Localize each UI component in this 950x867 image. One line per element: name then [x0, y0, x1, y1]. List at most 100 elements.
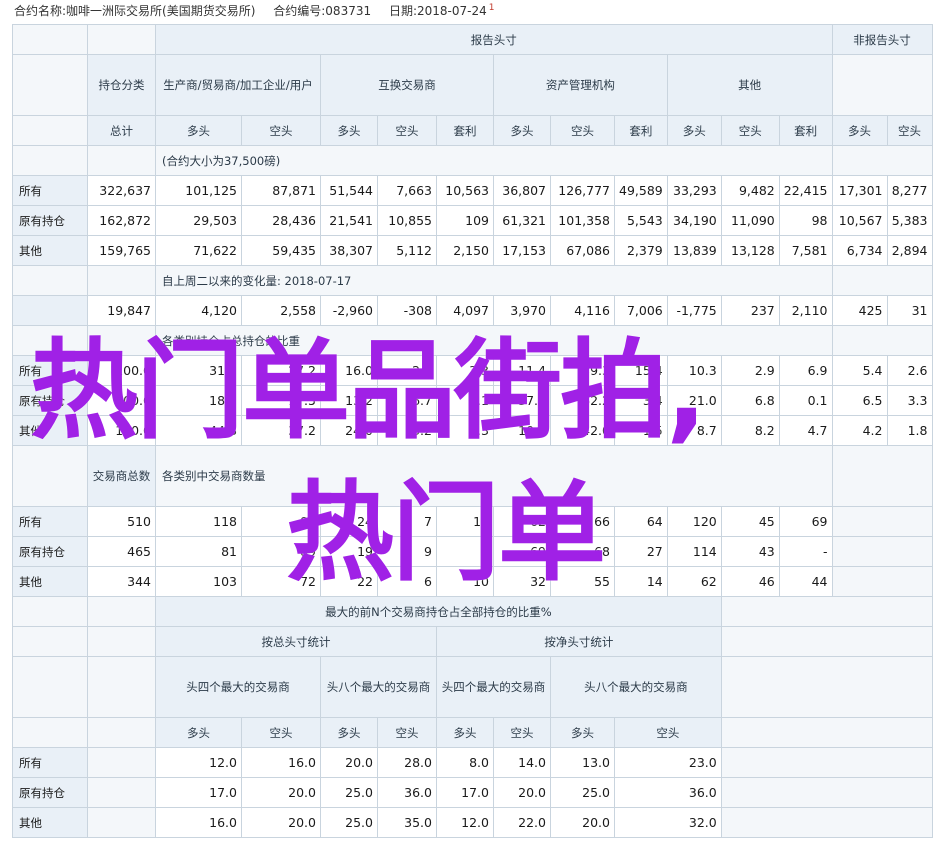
percents-cell: 16.0	[320, 355, 378, 386]
concentration-cell: 20.0	[320, 747, 378, 778]
blank-cell	[831, 536, 933, 567]
positions-row: 所有 322,637 101,125 87,871 51,544 7,663 10,563 3…	[12, 175, 933, 206]
blank-cell	[831, 506, 933, 537]
percents-cell: 44.8	[155, 415, 242, 446]
subheader-long: 多头	[155, 717, 242, 748]
subheader-long: 多头	[550, 717, 615, 748]
percents-cell: 4.7	[778, 415, 833, 446]
percents-cell: 6.7	[377, 385, 437, 416]
blank-cell	[720, 777, 933, 808]
positions-cell: 101,358	[550, 205, 615, 236]
changes-cell: 4,116	[550, 295, 615, 326]
positions-cell: 6,734	[831, 235, 888, 266]
traders-cell: 465	[87, 536, 156, 567]
positions-cell: 49,589	[614, 175, 668, 206]
concentration-cell: 17.0	[436, 777, 494, 808]
positions-cell: 101,125	[155, 175, 242, 206]
traders-cell: 68	[550, 536, 615, 567]
traders-cell: 10	[436, 566, 494, 597]
positions-cell: 87,871	[241, 175, 321, 206]
positions-cell: 2,894	[886, 235, 933, 266]
percents-cell: 37.2	[241, 415, 321, 446]
positions-cell: 10,567	[831, 205, 888, 236]
traders-cell: 62	[493, 506, 551, 537]
positions-cell: 17,301	[831, 175, 888, 206]
blank-header	[87, 24, 156, 55]
positions-cell: 7,581	[778, 235, 833, 266]
percents-cell: 8.7	[666, 415, 722, 446]
corner-cell	[12, 24, 88, 55]
net-top8-header: 头八个最大的交易商	[550, 656, 722, 718]
positions-cell: 33,293	[666, 175, 722, 206]
percents-cell: 3.4	[614, 385, 668, 416]
trader-total-header: 交易商总数	[87, 445, 156, 507]
blank-cell	[87, 265, 156, 296]
blank-cell	[87, 626, 156, 657]
concentration-cell: 16.0	[155, 807, 242, 838]
subheader-short: 空头	[377, 717, 437, 748]
blank-cell	[720, 747, 933, 778]
traders-cell: 72	[241, 566, 321, 597]
traders-cell: -	[436, 536, 494, 567]
positions-cell: 10,563	[436, 175, 494, 206]
blank-cell	[87, 717, 156, 748]
positions-cell: 71,622	[155, 235, 242, 266]
subheader-long: 多头	[320, 115, 378, 146]
concentration-cell: 17.0	[155, 777, 242, 808]
percents-cell: 2.6	[886, 355, 933, 386]
percents-cell: 13.2	[320, 385, 378, 416]
blank-cell	[12, 445, 88, 507]
traders-cell: 14	[614, 566, 668, 597]
row-label: 其他	[12, 235, 88, 266]
percents-cell: 100.0	[87, 415, 156, 446]
subheader-short: 空头	[241, 717, 321, 748]
percents-cell: 3.3	[436, 355, 494, 386]
positions-cell: 159,765	[87, 235, 156, 266]
row-label: 所有	[12, 747, 88, 778]
percent-note: 各类别持仓占总持仓的比重	[155, 325, 833, 356]
positions-cell: 9,482	[720, 175, 780, 206]
subheader-total: 总计	[87, 115, 156, 146]
blank-cell	[12, 325, 88, 356]
subheader-long: 多头	[320, 717, 378, 748]
changes-cell: -1,775	[666, 295, 722, 326]
subheader-short: 空头	[493, 717, 551, 748]
contract-code: 合约编号:083731	[273, 4, 372, 18]
traders-cell: 114	[666, 536, 722, 567]
traders-cell: 27	[614, 536, 668, 567]
percents-cell: 21.0	[666, 385, 722, 416]
traders-cell: 62	[666, 566, 722, 597]
percents-cell: 5.4	[831, 355, 888, 386]
changes-cell: 425	[831, 295, 888, 326]
row-label: 原有持仓	[12, 536, 88, 567]
contract-unit-note-row: (合约大小为37,500磅)	[12, 145, 933, 176]
positions-cell: 126,777	[550, 175, 615, 206]
percents-cell: 4.2	[831, 415, 888, 446]
traders-cell: 120	[666, 506, 722, 537]
blank-cell	[87, 596, 156, 627]
blank-cell	[12, 626, 88, 657]
blank-cell	[720, 656, 933, 718]
changes-cell: 7,006	[614, 295, 668, 326]
blank-cell	[12, 596, 88, 627]
blank-cell	[87, 325, 156, 356]
positions-cell: 59,435	[241, 235, 321, 266]
subheader-long: 多头	[666, 115, 722, 146]
header-row-3: 总计 多头 空头 多头 空头 套利 多头 空头 套利 多头 空头 套利 多头 空头	[12, 115, 933, 146]
blank-cell	[87, 747, 156, 778]
percents-cell: 3.2	[377, 415, 437, 446]
traders-cell: 69	[493, 536, 551, 567]
concentration-cell: 25.0	[320, 807, 378, 838]
row-label-empty	[12, 295, 88, 326]
subheader-short: 空头	[377, 115, 437, 146]
concentration-cell: 13.0	[550, 747, 615, 778]
positions-cell: 21,541	[320, 205, 378, 236]
percents-cell: 18.1	[155, 385, 242, 416]
traders-cell: 66	[550, 506, 615, 537]
row-label: 所有	[12, 506, 88, 537]
percents-cell: 1.8	[886, 415, 933, 446]
percents-cell: 42.0	[550, 415, 615, 446]
blank-header	[12, 115, 88, 146]
changes-cell: -308	[377, 295, 437, 326]
percents-cell: 0.1	[436, 385, 494, 416]
